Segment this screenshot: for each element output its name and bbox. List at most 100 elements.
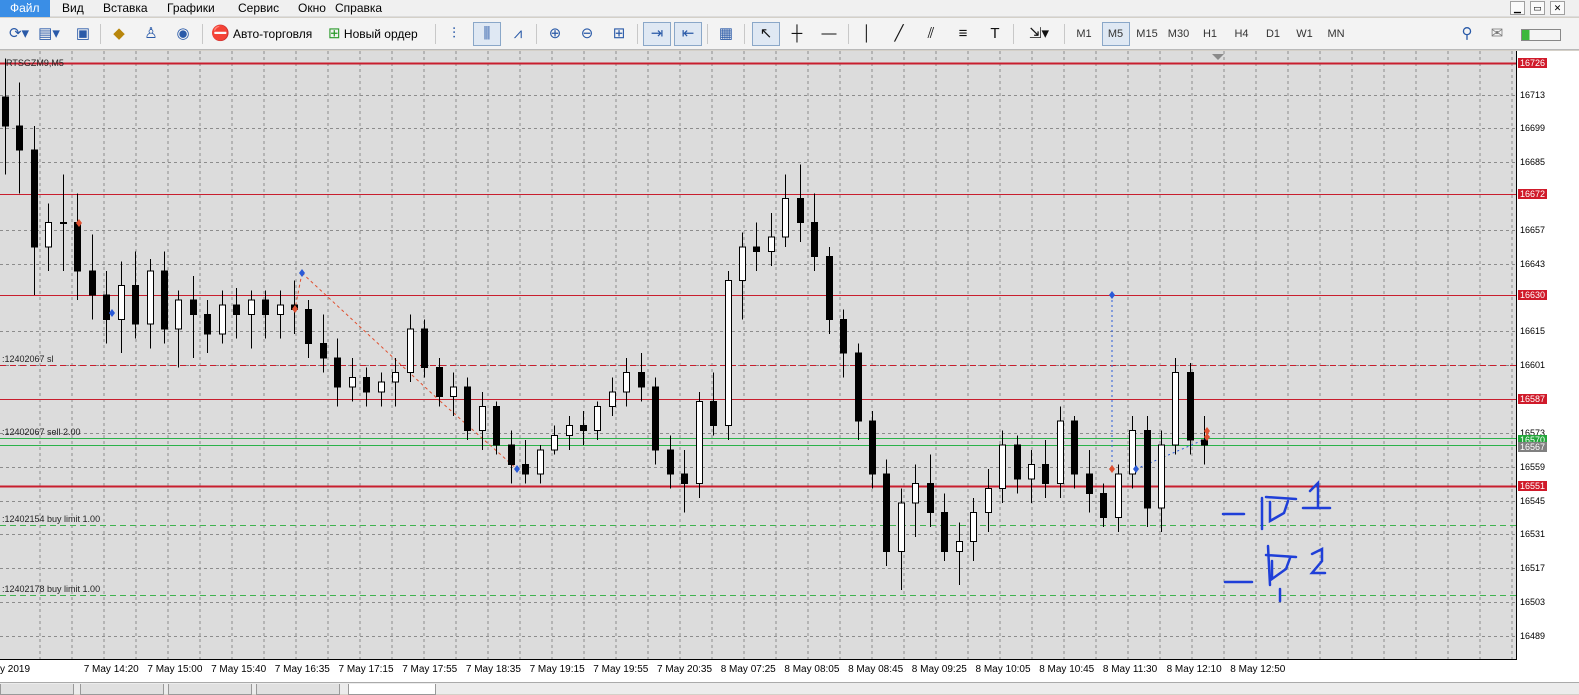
trendline-button[interactable]: ╱ [886, 22, 912, 46]
bar-chart-button[interactable]: ⫶ [441, 22, 467, 46]
candle-body [1042, 463, 1049, 485]
chart-tabs [0, 682, 1579, 695]
menu-item-0[interactable]: Файл [0, 0, 50, 17]
crosshair-button[interactable]: ┼ [784, 22, 810, 46]
timeframe-m1-button[interactable]: M1 [1070, 22, 1098, 46]
chat-button[interactable]: ✉ [1485, 22, 1509, 46]
menu-item-6[interactable]: Справка [325, 0, 392, 17]
minimize-button[interactable]: ▁ [1510, 1, 1525, 15]
tab-chart[interactable] [80, 684, 164, 695]
tab-chart[interactable] [256, 684, 340, 695]
order-label: :12402154 buy limit 1.00 [2, 513, 101, 524]
menu-item-2[interactable]: Вставка [93, 0, 158, 17]
line-chart-button[interactable]: ⩘ [505, 22, 531, 46]
tab-chart[interactable] [168, 684, 252, 695]
candle-body [537, 449, 544, 475]
time-scale[interactable]: y 2019 7 May 14:20 7 May 15:00 7 May 15:40 7… [0, 660, 1579, 682]
templates-button[interactable]: ▦ [713, 22, 739, 46]
timeframe-m15-button[interactable]: M15 [1133, 22, 1161, 46]
candle-body [869, 420, 876, 475]
candle-body [45, 222, 52, 248]
time-tick-label: 7 May 19:15 [529, 664, 585, 675]
price-scale[interactable]: 16713 16699 16685 16672 16657 16643 16630 16615… [1517, 51, 1579, 660]
timeframe-m5-button[interactable]: M5 [1101, 22, 1130, 46]
auto-scroll-icon: ⇥ [650, 25, 664, 42]
chart-shift-marker-icon [1212, 54, 1224, 60]
time-tick-label: 7 May 15:00 [147, 664, 203, 675]
time-tick-label: 7 May 19:55 [593, 664, 649, 675]
order-label: :12402178 buy limit 1.00 [2, 583, 101, 594]
order-label: :12402067 sl [2, 354, 54, 365]
connection-status[interactable] [1518, 22, 1564, 46]
navigator-button[interactable]: ◆ [106, 22, 132, 46]
menu-item-3[interactable]: Графики [157, 0, 225, 17]
candle-body [681, 473, 688, 485]
candlestick-button[interactable]: ⫼ [473, 22, 501, 46]
tile-windows-button[interactable]: ⊞ [606, 22, 632, 46]
close-button[interactable]: ✕ [1550, 1, 1565, 15]
trade-line [439, 400, 518, 470]
profiles-button[interactable]: ⟳▾ [2, 22, 36, 46]
candle-body [2, 96, 9, 127]
candle-body [508, 444, 515, 465]
price-chart[interactable] [0, 51, 1517, 660]
market-watch-button[interactable]: ▣ [70, 22, 96, 46]
chart-shift-icon: ⇤ [681, 25, 695, 42]
equidistant-channel-button[interactable]: ⫽ [918, 22, 944, 46]
timeframe-mn-button[interactable]: MN [1322, 22, 1350, 46]
candle-body [1071, 420, 1078, 475]
candle-body [797, 197, 804, 224]
candle-body [710, 400, 717, 427]
strategy-tester-button[interactable]: ◉ [170, 22, 196, 46]
menu-item-4[interactable]: Сервис [228, 0, 289, 17]
candle-body [60, 222, 67, 225]
price-tick-label: 16531 [1520, 529, 1546, 540]
new-order-label: Новый ордер [343, 27, 418, 41]
time-tick-label: 7 May 17:15 [338, 664, 394, 675]
new-chart-button[interactable]: ▤▾ [32, 22, 66, 46]
fibonacci-button[interactable]: ≡ [950, 22, 976, 46]
bar-chart-icon: ⫶ [452, 25, 456, 42]
candle-body [118, 284, 125, 320]
price-tick-label: 16643 [1520, 258, 1546, 269]
vertical-line-button[interactable]: │ [854, 22, 880, 46]
arrows-dropdown-button[interactable]: ⇲▾ [1019, 22, 1059, 46]
tab-chart-active[interactable] [348, 684, 436, 695]
restore-button[interactable]: ▭ [1530, 1, 1545, 15]
candle-body [1158, 444, 1165, 509]
timeframe-h1-button[interactable]: H1 [1196, 22, 1224, 46]
time-tick-label: 8 May 12:50 [1230, 664, 1286, 675]
timeframe-h4-button[interactable]: H4 [1228, 22, 1256, 46]
chart-area[interactable]: RTSGZM9,M5 :12402067 sl:12402067 sell 2.… [0, 51, 1517, 660]
candle-body [89, 270, 96, 296]
candle-body [421, 328, 428, 369]
separator [202, 24, 203, 44]
chart-shift-button[interactable]: ⇤ [674, 22, 702, 46]
timeframe-w1-button[interactable]: W1 [1291, 22, 1319, 46]
cursor-button[interactable]: ↖ [752, 22, 780, 46]
terminal-button[interactable]: ♙ [138, 22, 164, 46]
trade-arrow-icon [1109, 291, 1115, 299]
timeframe-d1-button[interactable]: D1 [1259, 22, 1287, 46]
level-lines [0, 62, 1516, 596]
new-order-button[interactable]: ⊞ Новый ордер [325, 22, 429, 46]
price-tick-label: 16517 [1520, 563, 1546, 574]
zoom-out-button[interactable]: ⊖ [574, 22, 600, 46]
annotation-digit-2 [1309, 546, 1327, 575]
auto-scroll-button[interactable]: ⇥ [643, 22, 671, 46]
autotrade-button[interactable]: ⛔ Авто-торговля [208, 22, 322, 46]
tab-chart[interactable] [0, 684, 74, 695]
text-label-button[interactable]: T [982, 22, 1008, 46]
candle-body [768, 236, 775, 253]
candles [2, 58, 1208, 590]
horizontal-line-button[interactable]: — [816, 22, 842, 46]
candle-body [277, 304, 284, 315]
candle-body [855, 352, 862, 422]
zoom-in-button[interactable]: ⊕ [542, 22, 568, 46]
search-button[interactable]: ⚲ [1455, 22, 1479, 46]
separator [707, 24, 708, 44]
menu-item-1[interactable]: Вид [52, 0, 94, 17]
candle-body [1144, 429, 1151, 509]
timeframe-m30-button[interactable]: M30 [1165, 22, 1193, 46]
text-label-icon: T [990, 25, 1000, 42]
